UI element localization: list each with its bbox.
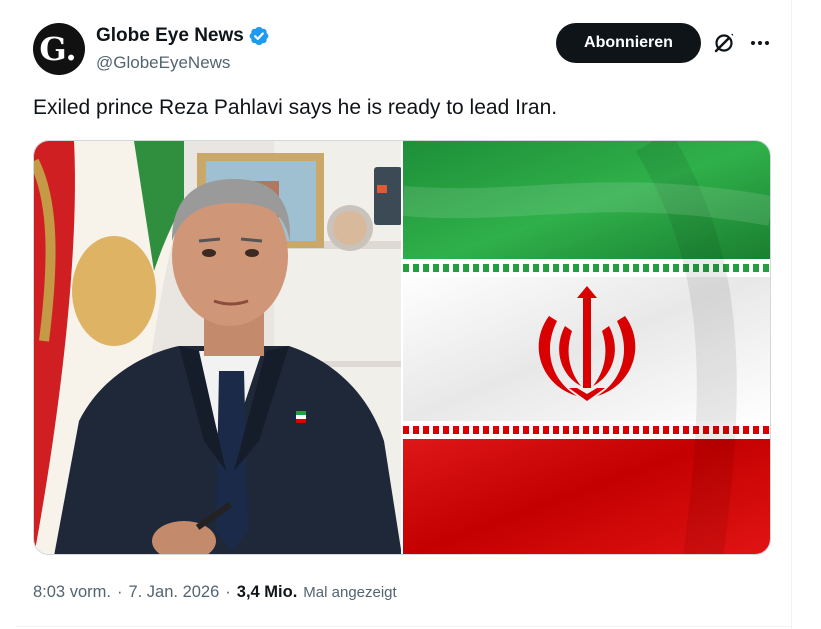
tweet-time[interactable]: 8:03 vorm. [33, 583, 111, 602]
tweet-text: Exiled prince Reza Pahlavi says he is re… [33, 96, 558, 119]
more-dots-icon[interactable] [749, 30, 771, 56]
author-name-row: Globe Eye News [96, 25, 270, 47]
subscribe-button[interactable]: Abonnieren [556, 23, 701, 63]
meta-separator: · [116, 583, 123, 601]
grok-slash-icon[interactable] [711, 30, 737, 56]
timeline-divider [791, 0, 792, 629]
tweet-meta-row: 8:03 vorm. · 7. Jan. 2026 · 3,4 Mio. Mal… [33, 583, 397, 602]
meta-separator: · [225, 583, 231, 601]
verified-badge-icon[interactable] [248, 25, 270, 47]
avatar-logo-text: G. [39, 30, 77, 68]
photo-portrait-image [34, 141, 401, 554]
tweet-date[interactable]: 7. Jan. 2026 [128, 583, 219, 602]
media-photo-left[interactable] [34, 141, 401, 554]
tweet-bottom-border [16, 626, 791, 627]
views-label: Mal angezeigt [303, 584, 397, 601]
author-avatar[interactable]: G. [33, 23, 85, 75]
author-handle[interactable]: @GlobeEyeNews [96, 53, 230, 73]
iran-flag-image [403, 141, 770, 554]
tweet-media-grid [33, 140, 771, 555]
views-count: 3,4 Mio. [236, 583, 298, 601]
media-photo-right[interactable] [403, 141, 770, 554]
author-display-name[interactable]: Globe Eye News [96, 25, 244, 47]
